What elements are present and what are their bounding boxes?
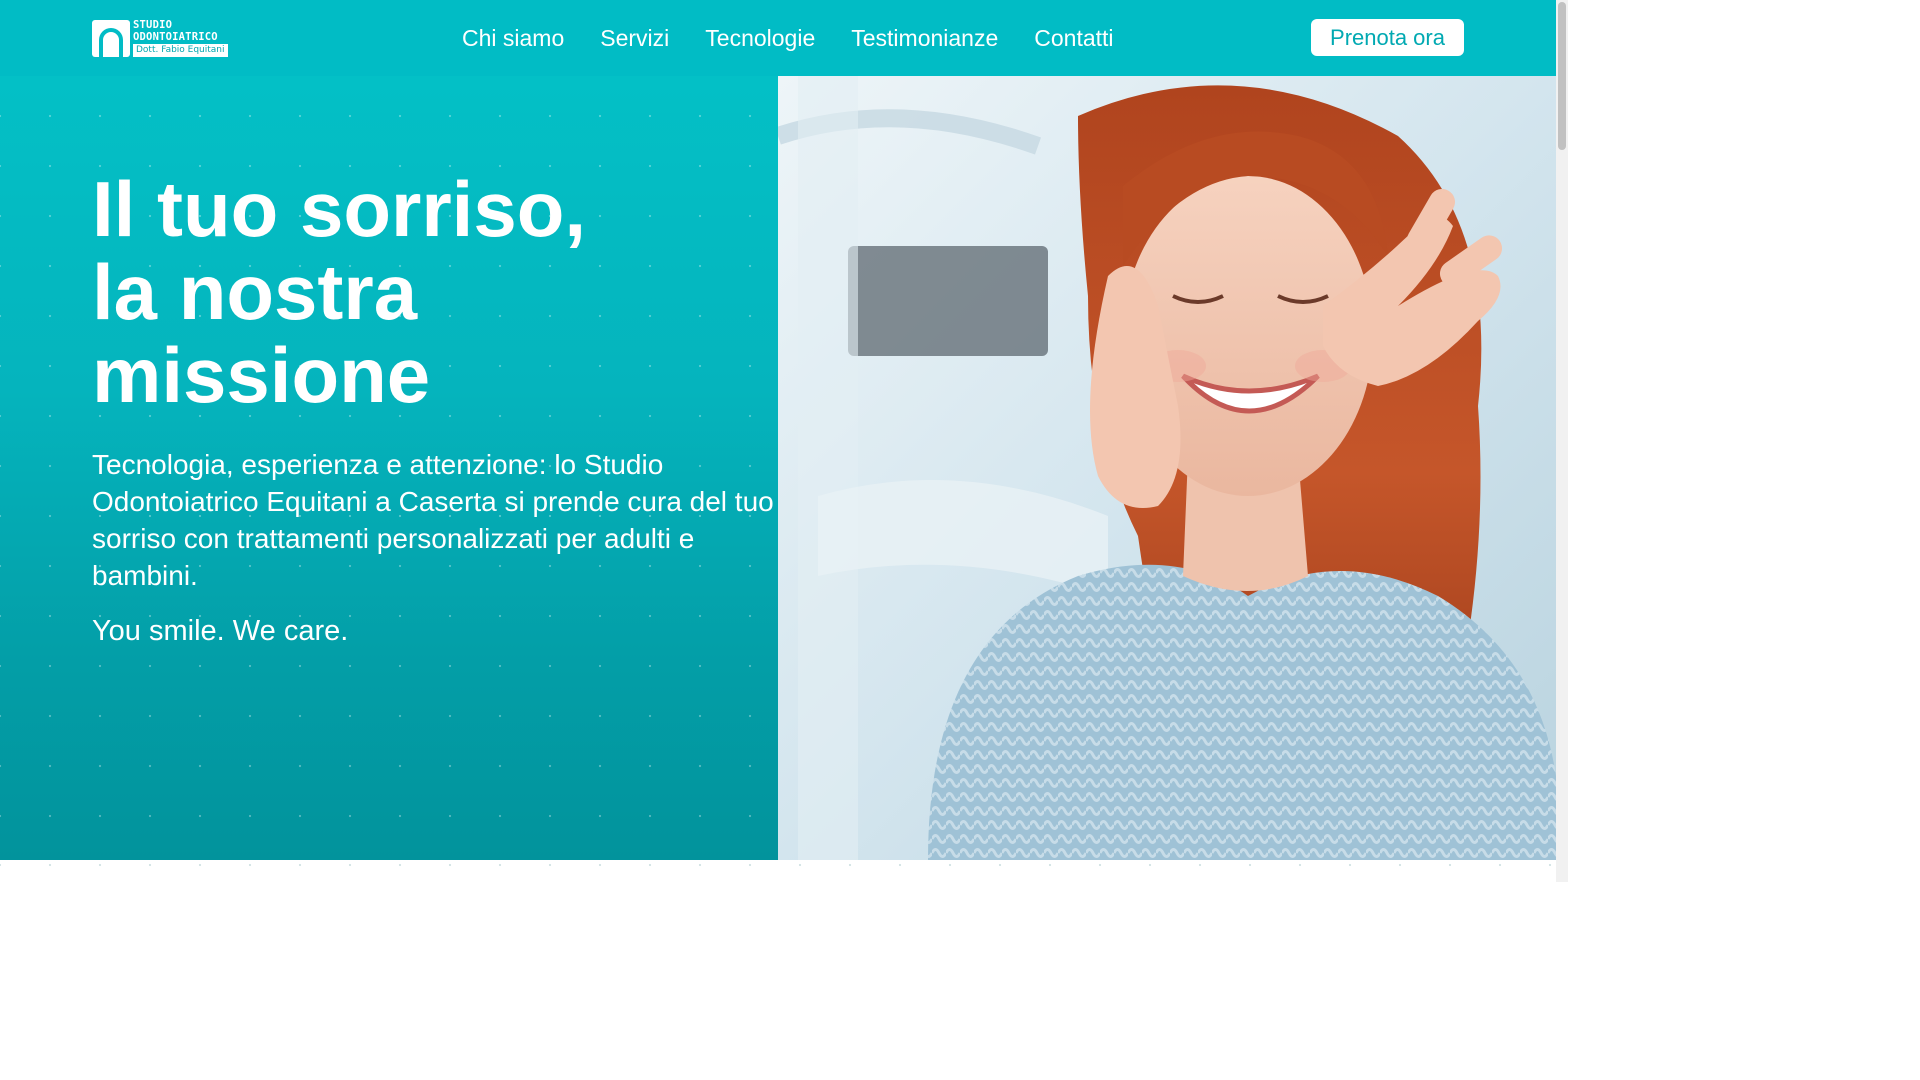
hero-description: Tecnologia, esperienza e attenzione: lo …	[92, 449, 774, 591]
logo-text: STUDIO ODONTOIATRICO Dott. Fabio Equitan…	[133, 20, 228, 57]
top-navbar: STUDIO ODONTOIATRICO Dott. Fabio Equitan…	[0, 0, 1556, 76]
page: STUDIO ODONTOIATRICO Dott. Fabio Equitan…	[0, 0, 1556, 882]
logo-doctor-name: Dott. Fabio Equitani	[133, 44, 228, 57]
hero-tagline: You smile. We care.	[92, 615, 349, 647]
hero-text-panel: Il tuo sorriso, la nostra missione Tecno…	[0, 76, 778, 860]
book-now-button[interactable]: Prenota ora	[1311, 19, 1464, 56]
studio-logo[interactable]: STUDIO ODONTOIATRICO Dott. Fabio Equitan…	[92, 20, 230, 57]
logo-line-odontoiatrico: ODONTOIATRICO	[133, 31, 218, 43]
hero-section: Il tuo sorriso, la nostra missione Tecno…	[0, 76, 1556, 860]
headline-line-3: missione	[92, 331, 431, 419]
page-scrollbar[interactable]	[1556, 0, 1568, 882]
hero-photo-smiling-woman	[778, 76, 1556, 860]
nav-link-testimonianze[interactable]: Testimonianze	[851, 24, 998, 52]
headline-line-2: la nostra	[92, 248, 418, 336]
headline-line-1: Il tuo sorriso,	[92, 165, 587, 253]
main-nav: Chi siamo Servizi Tecnologie Testimonian…	[462, 24, 1114, 52]
nav-link-tecnologie[interactable]: Tecnologie	[705, 24, 815, 52]
hero-headline: Il tuo sorriso, la nostra missione	[92, 168, 752, 417]
nav-link-servizi[interactable]: Servizi	[600, 24, 669, 52]
next-section-edge	[0, 860, 1556, 882]
nav-link-chi-siamo[interactable]: Chi siamo	[462, 24, 564, 52]
tooth-icon	[92, 20, 130, 57]
hero-photo-illustration	[778, 76, 1556, 860]
nav-link-contatti[interactable]: Contatti	[1034, 24, 1113, 52]
scrollbar-thumb[interactable]	[1558, 2, 1566, 150]
logo-line-studio: STUDIO	[133, 19, 173, 31]
